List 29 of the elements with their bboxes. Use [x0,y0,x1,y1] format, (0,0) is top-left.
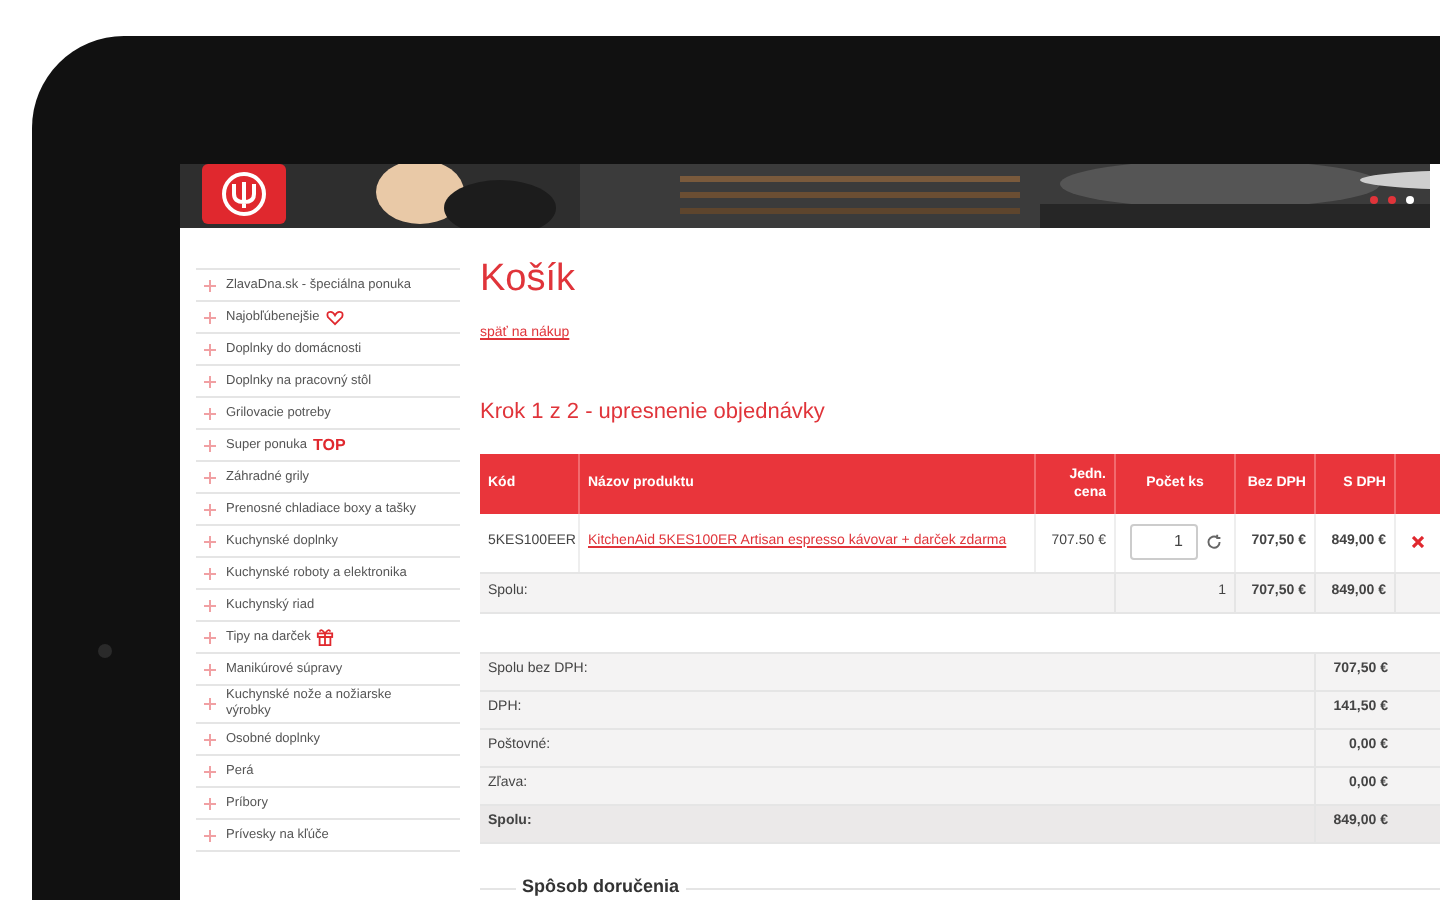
plus-icon [204,829,216,841]
plus-icon [204,765,216,777]
gift-icon [316,628,335,646]
plus-icon [204,407,216,419]
plus-icon [204,471,216,483]
quantity-field[interactable]: 1 [1129,524,1197,560]
plus-icon [204,567,216,579]
plus-icon [204,631,216,643]
top-label: TOP [312,433,346,457]
plus-icon [204,503,216,515]
plus-icon [204,797,216,809]
step-title: Krok 1 z 2 - upresnenie objednávky [480,398,827,428]
section-title: Spôsob doručenia [516,873,686,900]
delete-icon[interactable] [1412,536,1424,548]
plus-icon [204,663,216,675]
plus-icon [204,343,216,355]
plus-icon [204,439,216,451]
plus-icon [204,535,216,547]
plus-icon [204,311,216,323]
logo-icon [202,164,286,224]
plus-icon [204,733,216,745]
page-title: Košík [480,256,578,304]
plus-icon [204,375,216,387]
plus-icon [204,698,216,710]
camera-icon [98,644,112,658]
heart-icon [325,309,344,325]
plus-icon [204,279,216,291]
plus-icon [204,599,216,611]
refresh-icon[interactable] [1205,534,1221,550]
